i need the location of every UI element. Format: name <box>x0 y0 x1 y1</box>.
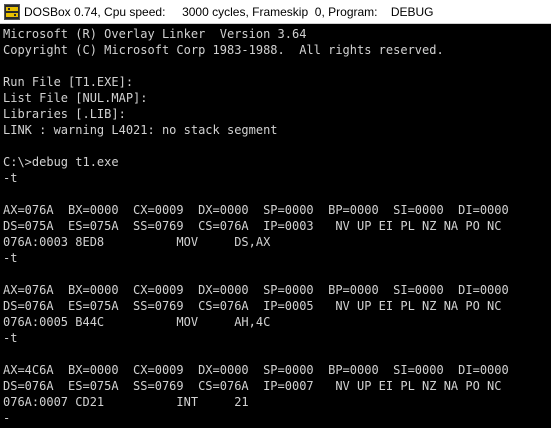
console-line: 076A:0007 CD21 INT 21 <box>3 395 249 409</box>
console-line: -t <box>3 331 18 345</box>
dosbox-icon <box>4 3 20 20</box>
console-line: DS=076A ES=075A SS=0769 CS=076A IP=0007 … <box>3 379 502 393</box>
console-line: Copyright (C) Microsoft Corp 1983-1988. … <box>3 43 444 57</box>
console-line: -t <box>3 251 18 265</box>
console-line: Microsoft (R) Overlay Linker Version 3.6… <box>3 27 307 41</box>
dosbox-window[interactable]: DOSBox 0.74, Cpu speed: 3000 cycles, Fra… <box>0 0 551 428</box>
console-line: 076A:0003 8ED8 MOV DS,AX <box>3 235 271 249</box>
console-line: AX=4C6A BX=0000 CX=0009 DX=0000 SP=0000 … <box>3 363 509 377</box>
console-line: LINK : warning L4021: no stack segment <box>3 123 278 137</box>
console-line: C:\>debug t1.exe <box>3 155 119 169</box>
title-bar[interactable]: DOSBox 0.74, Cpu speed: 3000 cycles, Fra… <box>0 0 551 24</box>
console-line: DS=076A ES=075A SS=0769 CS=076A IP=0005 … <box>3 299 502 313</box>
window-title: DOSBox 0.74, Cpu speed: 3000 cycles, Fra… <box>24 4 434 19</box>
console-line: List File [NUL.MAP]: <box>3 91 148 105</box>
console-line: AX=076A BX=0000 CX=0009 DX=0000 SP=0000 … <box>3 283 509 297</box>
dos-console[interactable]: Microsoft (R) Overlay Linker Version 3.6… <box>0 24 551 428</box>
console-line: Run File [T1.EXE]: <box>3 75 134 89</box>
prompt-line: - <box>3 411 11 425</box>
console-line: 076A:0005 B44C MOV AH,4C <box>3 315 271 329</box>
console-line: DS=075A ES=075A SS=0769 CS=076A IP=0003 … <box>3 219 502 233</box>
console-line: Libraries [.LIB]: <box>3 107 126 121</box>
console-line: AX=076A BX=0000 CX=0009 DX=0000 SP=0000 … <box>3 203 509 217</box>
console-line: -t <box>3 171 18 185</box>
